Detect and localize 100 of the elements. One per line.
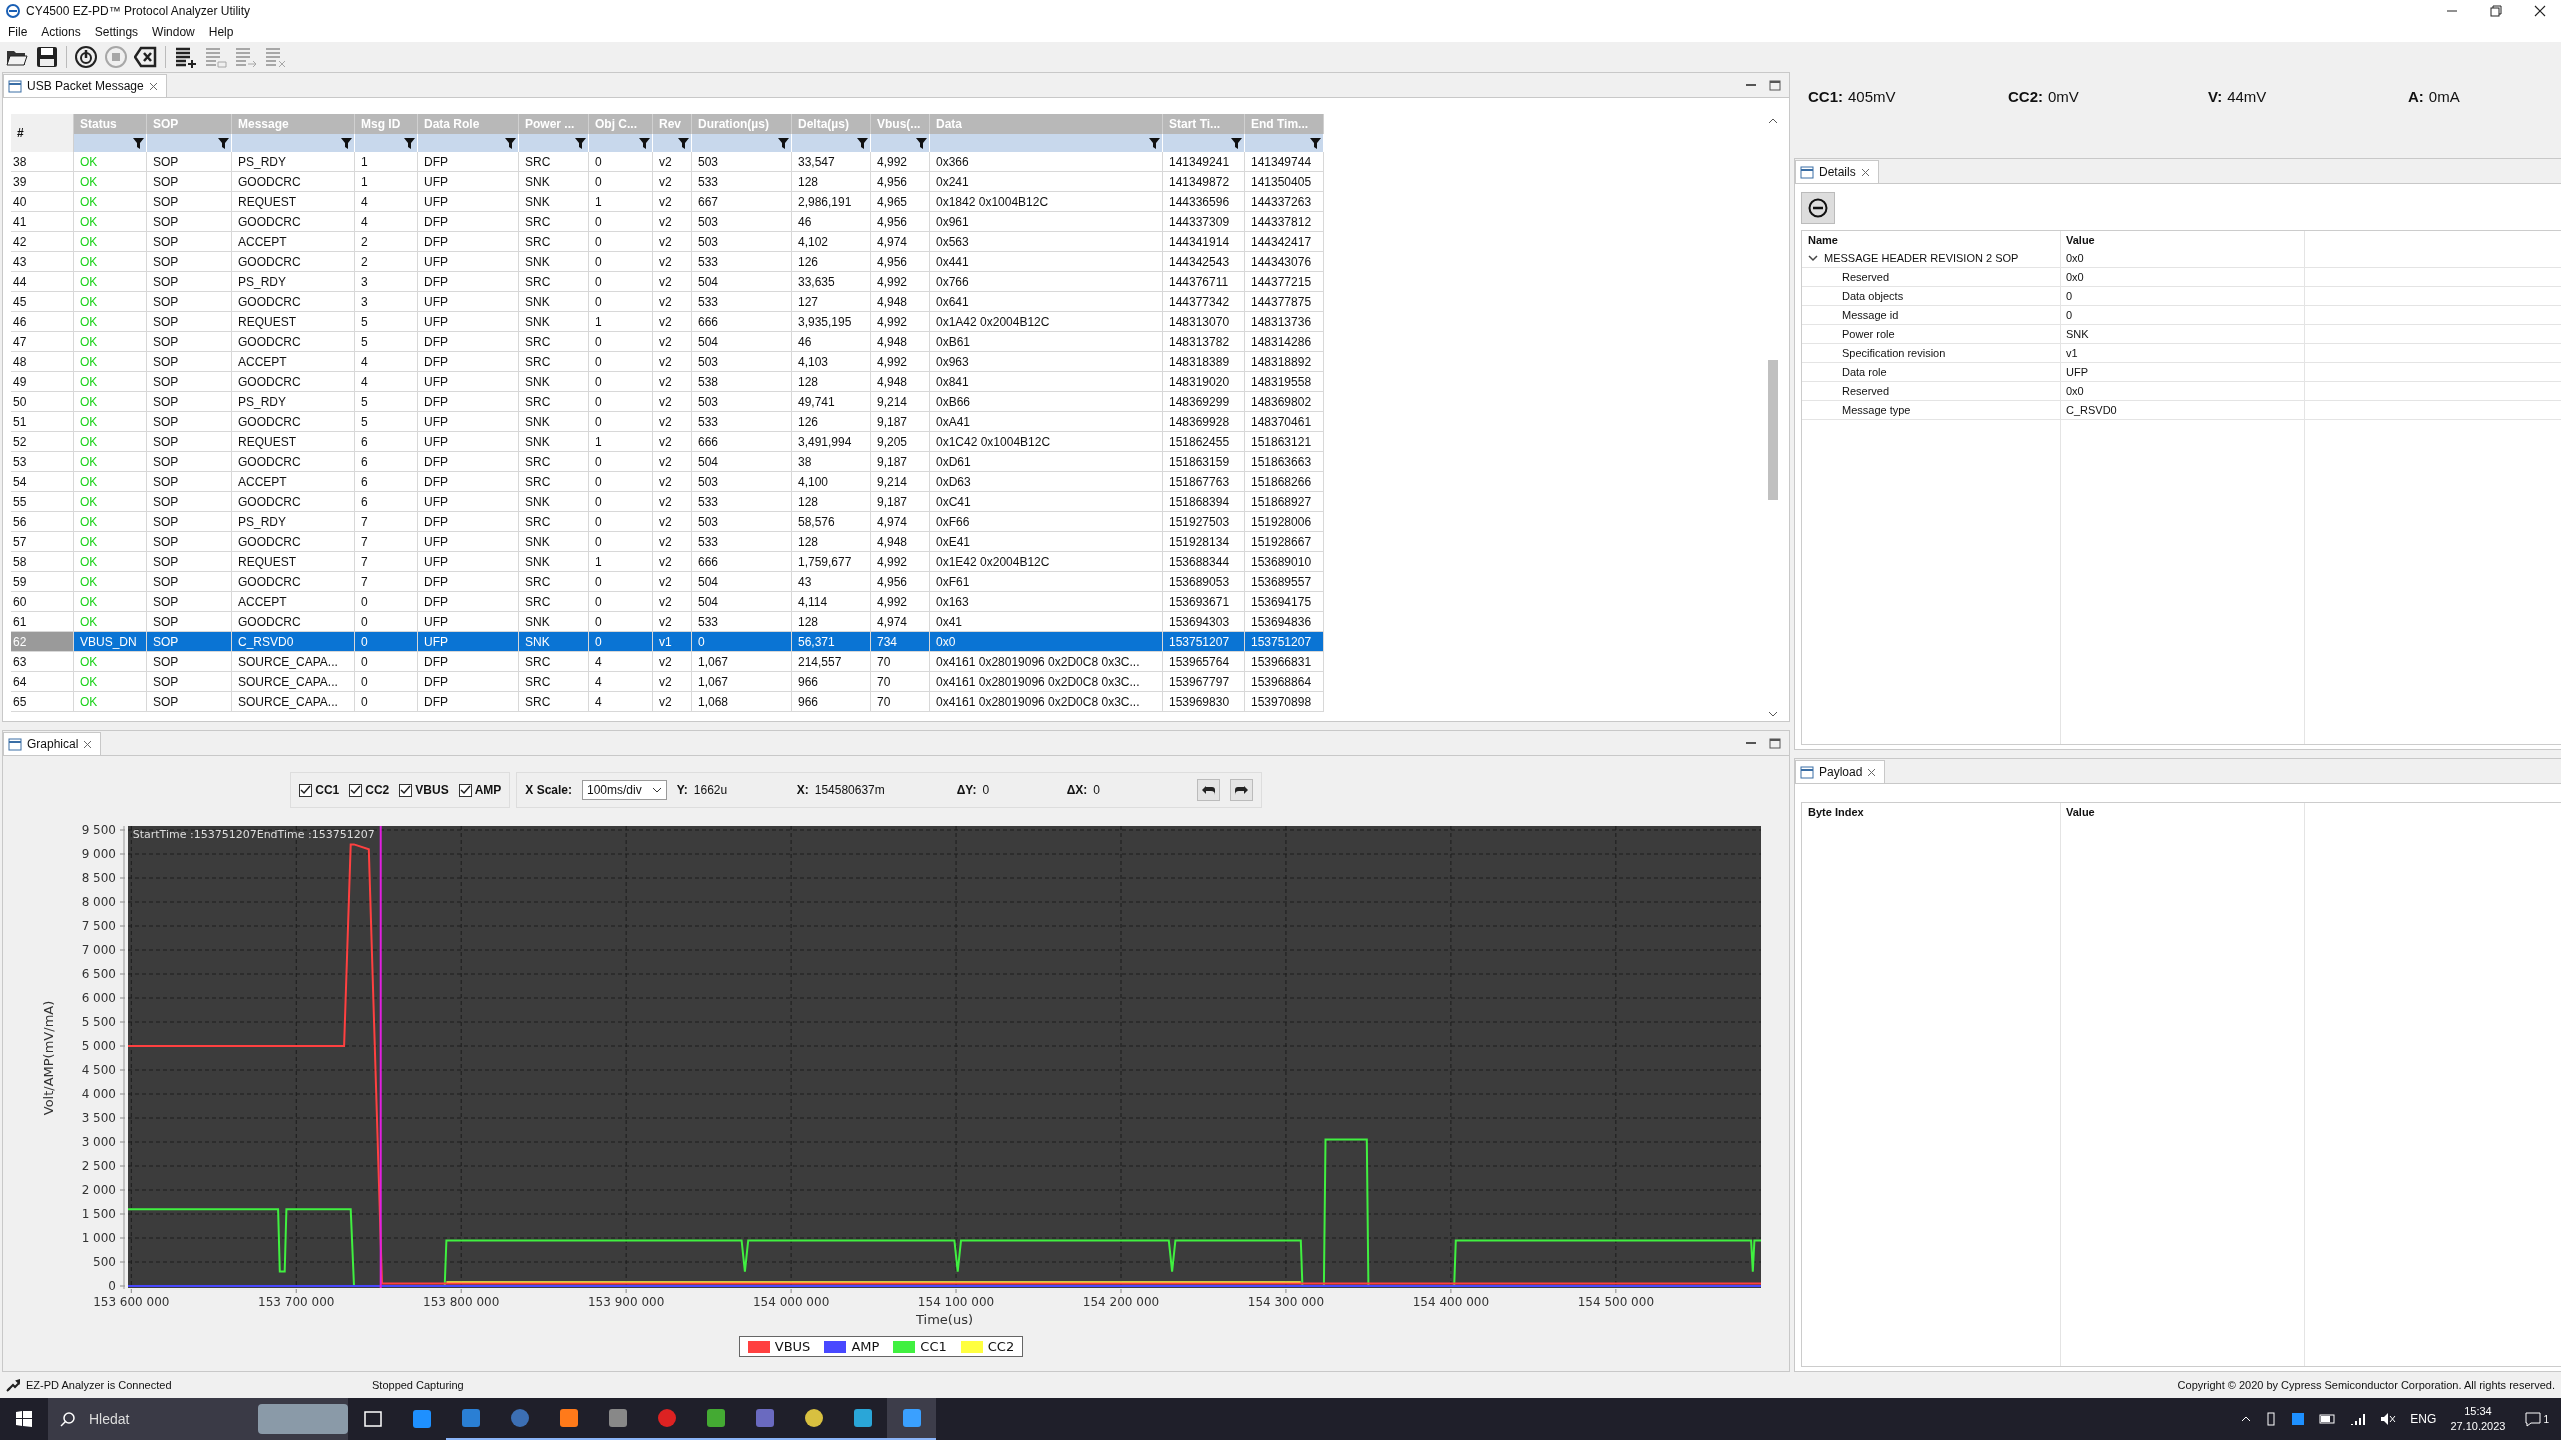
filter-icon[interactable] [1231,137,1242,149]
filter-icon[interactable] [857,137,868,149]
filter-cell[interactable] [652,134,692,152]
search-bar[interactable]: Hledat [48,1398,348,1440]
close-icon[interactable] [2533,4,2547,18]
table-row[interactable]: 51 OK SOP GOODCRC 5 UFP SNK 0 v2 533 126 9,187 0xA41 148369928 148370461 [11,411,1324,432]
tree-item-name[interactable]: Power role [1842,328,1895,340]
menu-item[interactable]: Actions [41,25,81,39]
column-header[interactable]: # [11,114,74,152]
filter-icon[interactable] [778,137,789,149]
table-row[interactable]: 41 OK SOP GOODCRC 4 DFP SRC 0 v2 503 46 4,956 0x961 144337309 144337812 [11,211,1324,232]
filter-cell[interactable] [1244,134,1324,152]
table-row[interactable]: 47 OK SOP GOODCRC 5 DFP SRC 0 v2 504 46 4,948 0xB61 148313782 148314286 [11,331,1324,352]
scroll-up-icon[interactable] [1768,118,1778,124]
redo-button[interactable] [1229,779,1253,801]
table-row[interactable]: 56 OK SOP PS_RDY 7 DFP SRC 0 v2 503 58,576 4,974 0xF66 151927503 151928006 [11,511,1324,532]
table-row[interactable]: 62 VBUS_DN SOP C_RSVD0 0 UFP SNK 0 v1 0 56,371 734 0x0 153751207 153751207 [11,631,1324,652]
filter-cell[interactable] [791,134,871,152]
taskbar-button[interactable] [887,1398,936,1440]
filter-cell[interactable] [588,134,653,152]
filter-cell[interactable] [929,134,1163,152]
tray-app-icon[interactable] [2291,1412,2306,1426]
filter-cell[interactable] [73,134,147,152]
menu-item[interactable]: Settings [94,25,139,39]
chevron-icon[interactable] [1808,254,1818,262]
table-row[interactable]: 64 OK SOP SOURCE_CAPA... 0 DFP SRC 4 v2 1,067 966 70 0x4161 0x28019096 0x2D0C8 0x3C... 153967797 153968864 [11,671,1324,692]
table-row[interactable]: 58 OK SOP REQUEST 7 UFP SNK 1 v2 666 1,759,677 4,992 0x1E42 0x2004B12C 153688344 153689010 [11,551,1324,572]
filter-icon[interactable] [341,137,352,149]
table-row[interactable]: 61 OK SOP GOODCRC 0 UFP SNK 0 v2 533 128 4,974 0x41 153694303 153694836 [11,611,1324,632]
tree-item-name[interactable]: Reserved [1842,271,1890,283]
filter-cell[interactable] [231,134,355,152]
scrollbar-thumb[interactable] [1768,360,1778,500]
notifications-button[interactable]: 1 [2519,1411,2555,1427]
signal-icon[interactable] [2350,1412,2367,1426]
table-row[interactable]: 59 OK SOP GOODCRC 7 DFP SRC 0 v2 504 43 4,956 0xF61 153689053 153689557 [11,571,1324,592]
table-row[interactable]: 54 OK SOP ACCEPT 6 DFP SRC 0 v2 503 4,100 9,214 0xD63 151867763 151868266 [11,471,1324,492]
table-row[interactable]: 52 OK SOP REQUEST 6 UFP SNK 1 v2 666 3,491,994 9,205 0x1C42 0x1004B12C 151862455 151863121 [11,431,1324,452]
panel-tab[interactable]: Details [1795,160,1879,183]
clock[interactable]: 15:34 27.10.2023 [2450,1404,2506,1434]
table-row[interactable]: 49 OK SOP GOODCRC 4 UFP SNK 0 v2 538 128 4,948 0x841 148319020 148319558 [11,371,1324,392]
filter-icon[interactable] [678,137,689,149]
panel-tab[interactable]: Graphical [3,732,102,755]
checkbox[interactable] [399,783,413,797]
menu-item[interactable]: Window [152,25,195,39]
filter-icon[interactable] [1149,137,1160,149]
filter-cell[interactable] [691,134,792,152]
toolbar-button[interactable] [133,44,159,70]
collapse-all-button[interactable] [1801,192,1835,224]
table-row[interactable]: 42 OK SOP ACCEPT 2 DFP SRC 0 v2 503 4,102 4,974 0x563 144341914 144342417 [11,231,1324,252]
usb-drive-icon[interactable] [2265,1412,2278,1426]
menu-item[interactable]: File [8,25,28,39]
filter-cell[interactable] [146,134,232,152]
checkbox[interactable] [458,783,472,797]
search-input[interactable]: Hledat [87,1410,246,1428]
column-header[interactable]: Value [2060,803,2304,821]
filter-icon[interactable] [575,137,586,149]
filter-cell[interactable] [870,134,930,152]
toolbar-button[interactable] [73,44,99,70]
checkbox[interactable] [299,783,313,797]
table-row[interactable]: 48 OK SOP ACCEPT 4 DFP SRC 0 v2 503 4,103 4,992 0x963 148318389 148318892 [11,351,1324,372]
language-indicator[interactable]: ENG [2410,1412,2437,1426]
filter-cell[interactable] [1162,134,1245,152]
chevron-up-icon[interactable] [2241,1415,2252,1423]
tree-item-name[interactable]: Reserved [1842,385,1890,397]
table-row[interactable]: 55 OK SOP GOODCRC 6 UFP SNK 0 v2 533 128 9,187 0xC41 151868394 151868927 [11,491,1324,512]
x-scale-dropdown[interactable]: 100ms/div [582,780,667,800]
tree-item-name[interactable]: Message type [1842,404,1911,416]
table-row[interactable]: 43 OK SOP GOODCRC 2 UFP SNK 0 v2 533 126 4,956 0x441 144342543 144343076 [11,251,1324,272]
filter-cell[interactable] [518,134,589,152]
filter-icon[interactable] [505,137,516,149]
table-row[interactable]: 46 OK SOP REQUEST 5 UFP SNK 1 v2 666 3,935,195 4,992 0x1A42 0x2004B12C 148313070 148313736 [11,311,1324,332]
table-row[interactable]: 63 OK SOP SOURCE_CAPA... 0 DFP SRC 4 v2 1,067 214,557 70 0x4161 0x28019096 0x2D0C8 0x3C... 153965764 153966831 [11,651,1324,672]
tree-item-name[interactable]: Specification revision [1842,347,1946,359]
filter-icon[interactable] [218,137,229,149]
battery-icon[interactable] [2319,1412,2337,1426]
filter-icon[interactable] [404,137,415,149]
column-header[interactable]: Byte Index [1802,803,2060,821]
scroll-down-icon[interactable] [1768,711,1778,717]
windows-logo-icon[interactable] [16,1411,32,1427]
table-row[interactable]: 44 OK SOP PS_RDY 3 DFP SRC 0 v2 504 33,635 4,992 0x766 144376711 144377215 [11,271,1324,292]
menu-item[interactable]: Help [208,25,234,39]
table-row[interactable]: 65 OK SOP SOURCE_CAPA... 0 DFP SRC 4 v2 1,068 966 70 0x4161 0x28019096 0x2D0C8 0x3C... 153969830 153970898 [11,691,1324,712]
column-header[interactable]: Value [2060,231,2304,249]
table-row[interactable]: 53 OK SOP GOODCRC 6 DFP SRC 0 v2 504 38 9,187 0xD61 151863159 151863663 [11,451,1324,472]
muted-speaker-icon[interactable] [2380,1412,2397,1426]
table-row[interactable]: 60 OK SOP ACCEPT 0 DFP SRC 0 v2 504 4,114 4,992 0x163 153693671 153694175 [11,591,1324,612]
panel-tab[interactable]: USB Packet Message [3,74,167,97]
filter-cell[interactable] [354,134,418,152]
maximize-icon[interactable] [1769,738,1781,749]
table-row[interactable]: 50 OK SOP PS_RDY 5 DFP SRC 0 v2 503 49,741 9,214 0xB66 148369299 148369802 [11,391,1324,412]
filter-icon[interactable] [133,137,144,149]
tree-item-name[interactable]: Message id [1842,309,1899,321]
restore-icon[interactable] [2489,4,2503,18]
table-row[interactable]: 45 OK SOP GOODCRC 3 UFP SNK 0 v2 533 127 4,948 0x641 144377342 144377875 [11,291,1324,312]
tree-item-name[interactable]: MESSAGE HEADER REVISION 2 SOP [1824,252,2019,264]
undo-button[interactable] [1196,779,1220,801]
filter-icon[interactable] [1310,137,1321,149]
tree-item-name[interactable]: Data role [1842,366,1887,378]
table-row[interactable]: 38 OK SOP PS_RDY 1 DFP SRC 0 v2 503 33,547 4,992 0x366 141349241 141349744 [11,152,1324,172]
checkbox[interactable] [349,783,363,797]
